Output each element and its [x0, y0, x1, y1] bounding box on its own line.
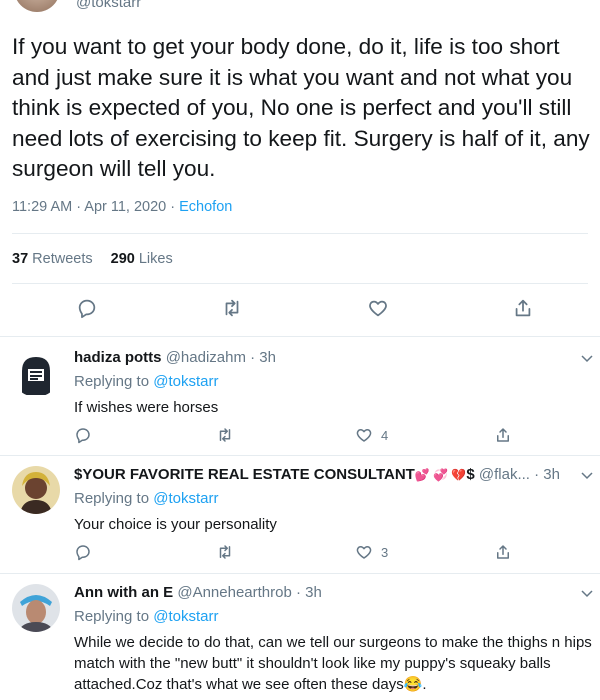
- retweet-icon: [225, 299, 239, 317]
- share-button[interactable]: [494, 425, 512, 445]
- reply-tweet[interactable]: hadiza potts @hadizahm · 3h Replying to …: [0, 349, 600, 459]
- like-button[interactable]: [367, 297, 393, 323]
- retweet-button[interactable]: [216, 425, 234, 445]
- share-icon: [497, 428, 509, 442]
- user-avatar-image: [12, 584, 60, 632]
- display-name[interactable]: hadiza potts: [74, 349, 162, 366]
- tweet-meta: 11:29 AM · Apr 11, 2020 · Echofon: [12, 199, 232, 215]
- tweet-timestamp[interactable]: 11:29 AM · Apr 11, 2020 ·: [12, 199, 179, 215]
- reply-text: If wishes were horses: [74, 399, 219, 416]
- reply-tweet[interactable]: $YOUR FAVORITE REAL ESTATE CONSULTANT💕 💞…: [0, 466, 600, 576]
- likes-label: Likes: [138, 251, 173, 267]
- share-button[interactable]: [512, 297, 538, 323]
- retweet-icon: [219, 545, 231, 559]
- share-button[interactable]: [494, 542, 512, 562]
- reply-button[interactable]: [74, 542, 92, 562]
- divider: [12, 233, 588, 234]
- retweet-icon: [219, 428, 231, 442]
- heart-icon: [356, 429, 372, 442]
- retweets-count: 37: [12, 251, 29, 267]
- reply-time[interactable]: · 3h: [296, 584, 322, 601]
- avatar[interactable]: [14, 0, 60, 12]
- reply-action-bar: 4: [0, 425, 600, 445]
- replying-to-label: Replying to: [74, 490, 154, 507]
- share-icon: [515, 299, 531, 317]
- user-avatar-image: [12, 466, 60, 514]
- user-handle[interactable]: @flak...: [479, 466, 530, 483]
- reply-text: While we decide to do that, can we tell …: [74, 634, 592, 693]
- author-handle[interactable]: @tokstarr: [76, 0, 141, 11]
- replying-to-link[interactable]: @tokstarr: [153, 373, 218, 390]
- retweets-label: Retweets: [32, 251, 93, 267]
- reply-icon: [76, 428, 90, 444]
- user-handle[interactable]: @Annehearthrob: [177, 584, 291, 601]
- replying-to-label: Replying to: [74, 608, 154, 625]
- divider: [0, 573, 600, 574]
- replying-to: Replying to @tokstarr: [74, 490, 218, 507]
- heart-icon: [369, 300, 387, 317]
- tweet-action-bar: [0, 297, 600, 323]
- reply-button[interactable]: [76, 297, 102, 323]
- reply-tweet[interactable]: Ann with an E @Annehearthrob · 3h Replyi…: [0, 584, 600, 700]
- hoodie-avatar-image: [12, 349, 60, 397]
- reply-action-bar: 3: [0, 542, 600, 562]
- tweet-text: If you want to get your body done, do it…: [12, 34, 590, 181]
- reply-time[interactable]: · 3h: [250, 349, 276, 366]
- reply-header: $YOUR FAVORITE REAL ESTATE CONSULTANT💕 💞…: [74, 466, 560, 483]
- reply-header: hadiza potts @hadizahm · 3h: [74, 349, 276, 366]
- reply-header: Ann with an E @Annehearthrob · 3h: [74, 584, 322, 601]
- replying-to: Replying to @tokstarr: [74, 608, 218, 625]
- replying-to: Replying to @tokstarr: [74, 373, 218, 390]
- divider: [0, 455, 600, 456]
- chevron-down-icon[interactable]: [580, 351, 594, 365]
- like-button[interactable]: 3: [355, 542, 388, 562]
- retweets-stat[interactable]: 37 Retweets: [12, 251, 93, 267]
- share-icon: [497, 545, 509, 559]
- user-handle[interactable]: @hadizahm: [166, 349, 246, 366]
- likes-count: 290: [110, 251, 135, 267]
- avatar[interactable]: [12, 466, 60, 514]
- reply-icon: [78, 299, 96, 319]
- display-name-suffix: $: [466, 466, 475, 483]
- replying-to-link[interactable]: @tokstarr: [153, 490, 218, 507]
- heart-icon: [356, 546, 372, 559]
- replying-to-label: Replying to: [74, 373, 154, 390]
- like-count: 3: [381, 544, 389, 560]
- reply-icon: [76, 545, 90, 561]
- tweet-stats: 37 Retweets 290 Likes: [12, 251, 173, 267]
- retweet-button[interactable]: [216, 542, 234, 562]
- tweet-author-row: @tokstarr: [0, 0, 600, 18]
- heart-emoji-icon: 💕 💞 💔: [414, 468, 467, 482]
- divider: [0, 336, 600, 337]
- avatar[interactable]: [12, 584, 60, 632]
- chevron-down-icon[interactable]: [580, 586, 594, 600]
- like-count: 4: [381, 427, 389, 443]
- avatar[interactable]: [12, 349, 60, 397]
- replying-to-link[interactable]: @tokstarr: [153, 608, 218, 625]
- like-button[interactable]: 4: [355, 425, 388, 445]
- reply-time[interactable]: · 3h: [534, 466, 560, 483]
- chevron-down-icon[interactable]: [580, 468, 594, 482]
- display-name[interactable]: Ann with an E: [74, 584, 173, 601]
- reply-button[interactable]: [74, 425, 92, 445]
- reply-text: Your choice is your personality: [74, 516, 277, 533]
- display-name[interactable]: $YOUR FAVORITE REAL ESTATE CONSULTANT: [74, 466, 415, 483]
- likes-stat[interactable]: 290 Likes: [111, 251, 173, 267]
- tweet-source-link[interactable]: Echofon: [179, 199, 232, 215]
- divider: [12, 283, 588, 284]
- retweet-button[interactable]: [221, 297, 247, 323]
